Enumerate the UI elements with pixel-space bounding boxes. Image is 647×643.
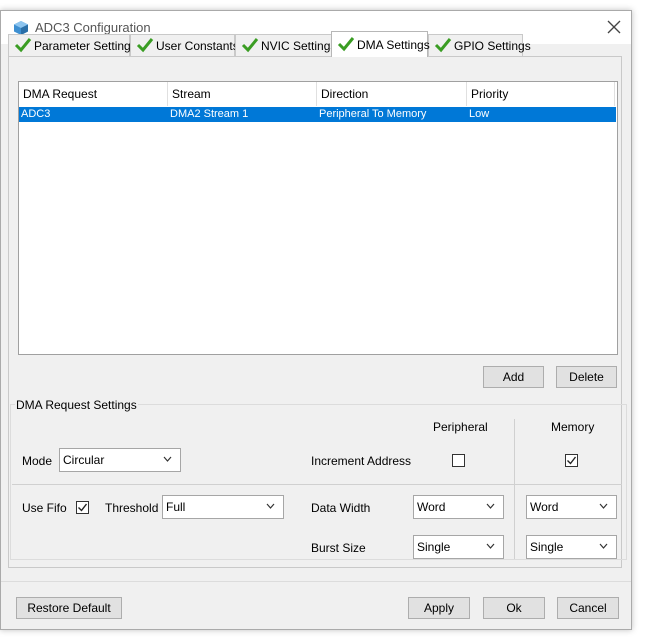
burst-memory-select[interactable]: Single xyxy=(526,535,617,559)
memory-header: Memory xyxy=(551,420,595,434)
data-width-memory-value: Word xyxy=(530,500,559,514)
tab-label: DMA Settings xyxy=(357,38,430,52)
increment-peripheral-checkbox[interactable] xyxy=(452,454,465,467)
burst-size-label: Burst Size xyxy=(311,541,366,555)
chevron-down-icon xyxy=(266,503,275,509)
ok-button[interactable]: Ok xyxy=(483,597,545,619)
burst-peripheral-select[interactable]: Single xyxy=(413,535,504,559)
chevron-down-icon xyxy=(486,503,495,509)
mode-label: Mode xyxy=(22,454,53,468)
check-icon xyxy=(136,38,154,53)
check-icon xyxy=(434,38,452,53)
column-header-direction[interactable]: Direction xyxy=(317,82,467,106)
tab-label: Parameter Settings xyxy=(34,39,137,53)
data-width-memory-select[interactable]: Word xyxy=(526,495,617,519)
checkmark-icon xyxy=(78,503,88,512)
column-header-dma-request[interactable]: DMA Request xyxy=(19,82,168,106)
cell-direction: Peripheral To Memory xyxy=(319,108,427,120)
apply-button[interactable]: Apply xyxy=(408,597,470,619)
threshold-select[interactable]: Full xyxy=(162,495,284,519)
delete-button[interactable]: Delete xyxy=(556,366,617,388)
use-fifo-label: Use Fifo xyxy=(22,501,67,515)
check-icon xyxy=(241,38,259,53)
window-title: ADC3 Configuration xyxy=(35,20,151,35)
chevron-down-icon xyxy=(599,503,608,509)
add-button[interactable]: Add xyxy=(483,366,544,388)
tab-label: GPIO Settings xyxy=(454,39,531,53)
footer-divider xyxy=(1,581,631,582)
table-row[interactable]: ADC3 DMA2 Stream 1 Peripheral To Memory … xyxy=(19,107,616,122)
tab-label: NVIC Settings xyxy=(261,39,337,53)
use-fifo-checkbox[interactable] xyxy=(76,501,89,514)
row-divider xyxy=(12,484,622,485)
burst-peripheral-value: Single xyxy=(417,540,451,554)
tab-dma-settings[interactable]: DMA Settings xyxy=(331,31,430,57)
data-width-peripheral-value: Word xyxy=(417,500,446,514)
increment-address-label: Increment Address xyxy=(311,454,412,468)
chevron-down-icon xyxy=(163,456,172,462)
dma-request-table: DMA Request Stream Direction Priority AD… xyxy=(18,81,618,355)
burst-memory-value: Single xyxy=(530,540,564,554)
check-icon xyxy=(337,37,355,52)
tab-label: User Constants xyxy=(156,39,239,53)
data-width-peripheral-select[interactable]: Word xyxy=(413,495,504,519)
column-divider xyxy=(514,419,515,559)
tab-gpio-settings[interactable]: GPIO Settings xyxy=(428,34,531,56)
mode-select[interactable]: Circular xyxy=(59,448,181,472)
cancel-button[interactable]: Cancel xyxy=(557,597,619,619)
cell-priority: Low xyxy=(469,108,490,120)
close-icon[interactable] xyxy=(605,18,623,36)
group-title: DMA Request Settings xyxy=(15,398,138,412)
threshold-value: Full xyxy=(166,500,186,514)
mode-value: Circular xyxy=(63,453,105,467)
peripheral-header: Peripheral xyxy=(433,420,488,434)
threshold-label: Threshold xyxy=(105,501,159,515)
data-width-label: Data Width xyxy=(311,501,371,515)
tab-nvic-settings[interactable]: NVIC Settings xyxy=(235,34,336,56)
column-header-priority[interactable]: Priority xyxy=(467,82,615,106)
cell-stream: DMA2 Stream 1 xyxy=(170,108,249,120)
restore-default-button[interactable]: Restore Default xyxy=(16,597,122,619)
column-header-stream[interactable]: Stream xyxy=(168,82,317,106)
tab-parameter-settings[interactable]: Parameter Settings xyxy=(8,34,137,56)
chevron-down-icon xyxy=(486,543,495,549)
chevron-down-icon xyxy=(599,543,608,549)
check-icon xyxy=(14,38,32,53)
cell-request: ADC3 xyxy=(21,108,51,120)
increment-memory-checkbox[interactable] xyxy=(565,454,578,467)
tab-user-constants[interactable]: User Constants xyxy=(130,34,239,56)
checkmark-icon xyxy=(567,456,577,465)
